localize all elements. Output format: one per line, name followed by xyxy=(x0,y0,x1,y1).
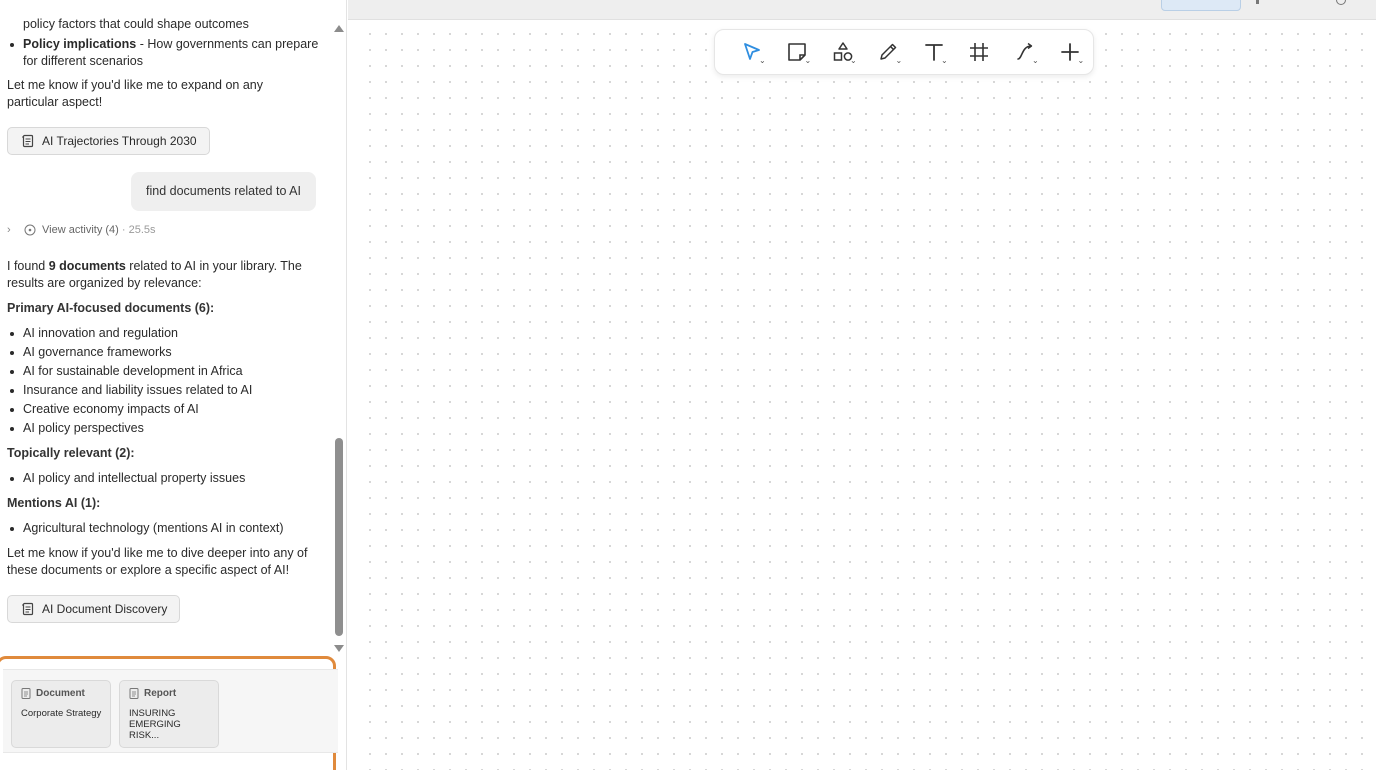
scroll-thumb[interactable] xyxy=(335,438,343,636)
context-card-kind: Document xyxy=(21,688,102,699)
section-list-primary: AI innovation and regulation AI governan… xyxy=(0,325,330,439)
text-tool-button[interactable]: ⌄ xyxy=(911,29,957,75)
list-item: AI innovation and regulation xyxy=(0,325,330,344)
chevron-down-icon: ⌄ xyxy=(1032,56,1039,65)
artifact-label: AI Document Discovery xyxy=(42,601,168,616)
context-card-kind-label: Report xyxy=(144,688,177,699)
context-attachments: Document Corporate Strategy Report INSUR… xyxy=(3,669,338,753)
list-item: AI policy perspectives xyxy=(0,420,330,439)
list-item: AI governance frameworks xyxy=(0,344,330,363)
context-card-kind-label: Document xyxy=(36,688,85,699)
scroll-up-arrow-icon[interactable] xyxy=(334,25,344,32)
list-item: Insurance and liability issues related t… xyxy=(0,382,330,401)
document-icon xyxy=(21,688,31,699)
chevron-down-icon: ⌄ xyxy=(804,56,812,65)
clock-icon xyxy=(24,224,36,236)
app-window: policy factors that could shape outcomes… xyxy=(0,0,1376,770)
section-heading: Primary AI-focused documents (6): xyxy=(7,301,215,315)
artifact-chip-discovery[interactable]: AI Document Discovery xyxy=(7,595,181,623)
canvas-header xyxy=(348,0,1376,20)
artifact-chip-trajectories[interactable]: AI Trajectories Through 2030 xyxy=(7,127,210,155)
user-message-bubble: find documents related to AI xyxy=(131,172,316,211)
scroll-down-arrow-icon[interactable] xyxy=(334,645,344,652)
context-card-title: Corporate Strategy xyxy=(21,708,102,719)
note-tool-button[interactable]: ⌄ xyxy=(775,29,821,75)
artifact-icon xyxy=(22,602,34,616)
chevron-right-icon: › xyxy=(7,223,11,236)
list-item: Policy implications - How governments ca… xyxy=(0,36,330,70)
whiteboard-canvas[interactable] xyxy=(356,20,1376,770)
canvas-toolbar: ⌄ ⌄ ⌄ ⌄ ⌄ ⌄ ⌄ xyxy=(714,29,1094,75)
add-tool-button[interactable]: ⌄ xyxy=(1048,29,1094,75)
section-list-topical: AI policy and intellectual property issu… xyxy=(0,470,330,489)
section-list-mentions: Agricultural technology (mentions AI in … xyxy=(0,520,330,539)
section-heading: Topically relevant (2): xyxy=(7,446,135,460)
activity-label: View activity (4) xyxy=(42,223,119,236)
response-intro: I found 9 documents related to AI in you… xyxy=(7,258,317,292)
bullet-text: policy factors that could shape outcomes xyxy=(23,17,249,31)
pen-tool-button[interactable]: ⌄ xyxy=(866,29,912,75)
chevron-down-icon: ⌄ xyxy=(895,56,903,65)
view-activity-toggle[interactable]: › View activity (4) · 25.5s xyxy=(7,222,156,238)
chevron-down-icon: ⌄ xyxy=(941,56,948,65)
connector-tool-button[interactable]: ⌄ xyxy=(1002,29,1048,75)
previous-closing-text: Let me know if you'd like me to expand o… xyxy=(7,78,264,109)
user-message-text: find documents related to AI xyxy=(146,184,301,198)
context-card-title: INSURING EMERGING RISK... xyxy=(129,708,181,741)
list-item: Agricultural technology (mentions AI in … xyxy=(0,520,330,539)
chat-messages[interactable]: policy factors that could shape outcomes… xyxy=(0,0,332,655)
list-item: Creative economy impacts of AI xyxy=(0,401,330,420)
chat-scrollbar[interactable] xyxy=(332,20,346,655)
artifact-icon xyxy=(22,134,34,148)
artifact-label: AI Trajectories Through 2030 xyxy=(42,133,197,148)
chevron-down-icon: ⌄ xyxy=(850,56,857,65)
chat-panel: policy factors that could shape outcomes… xyxy=(0,0,347,770)
context-card-report[interactable]: Report INSURING EMERGING RISK... xyxy=(119,680,219,748)
intro-prefix: I found xyxy=(7,259,49,273)
section-heading: Mentions AI (1): xyxy=(7,496,101,510)
response-closing-text: Let me know if you'd like me to dive dee… xyxy=(7,546,308,577)
list-item: AI policy and intellectual property issu… xyxy=(0,470,330,489)
chevron-down-icon: ⌄ xyxy=(1077,56,1085,65)
shapes-tool-button[interactable]: ⌄ xyxy=(820,29,866,75)
list-item: AI for sustainable development in Africa xyxy=(0,363,330,382)
context-card-kind: Report xyxy=(129,688,210,699)
report-icon xyxy=(129,688,139,699)
previous-response-list: policy factors that could shape outcomes… xyxy=(0,16,330,70)
chat-composer[interactable]: Document Corporate Strategy Report INSUR… xyxy=(0,656,338,770)
context-card-document[interactable]: Document Corporate Strategy xyxy=(11,680,111,748)
list-item: policy factors that could shape outcomes xyxy=(0,16,330,36)
help-icon[interactable] xyxy=(1336,0,1346,5)
bullet-mask xyxy=(8,18,18,30)
intro-bold: 9 documents xyxy=(48,259,126,273)
frame-tool-button[interactable] xyxy=(957,29,1003,75)
bullet-bold: Policy implications xyxy=(23,37,137,51)
frame-icon xyxy=(970,43,989,61)
chevron-down-icon: ⌄ xyxy=(759,56,766,65)
select-tool-button[interactable]: ⌄ xyxy=(729,29,775,75)
activity-duration: · 25.5s xyxy=(121,223,156,236)
view-toggle-button[interactable] xyxy=(1161,0,1241,11)
menu-icon[interactable] xyxy=(1256,0,1259,4)
